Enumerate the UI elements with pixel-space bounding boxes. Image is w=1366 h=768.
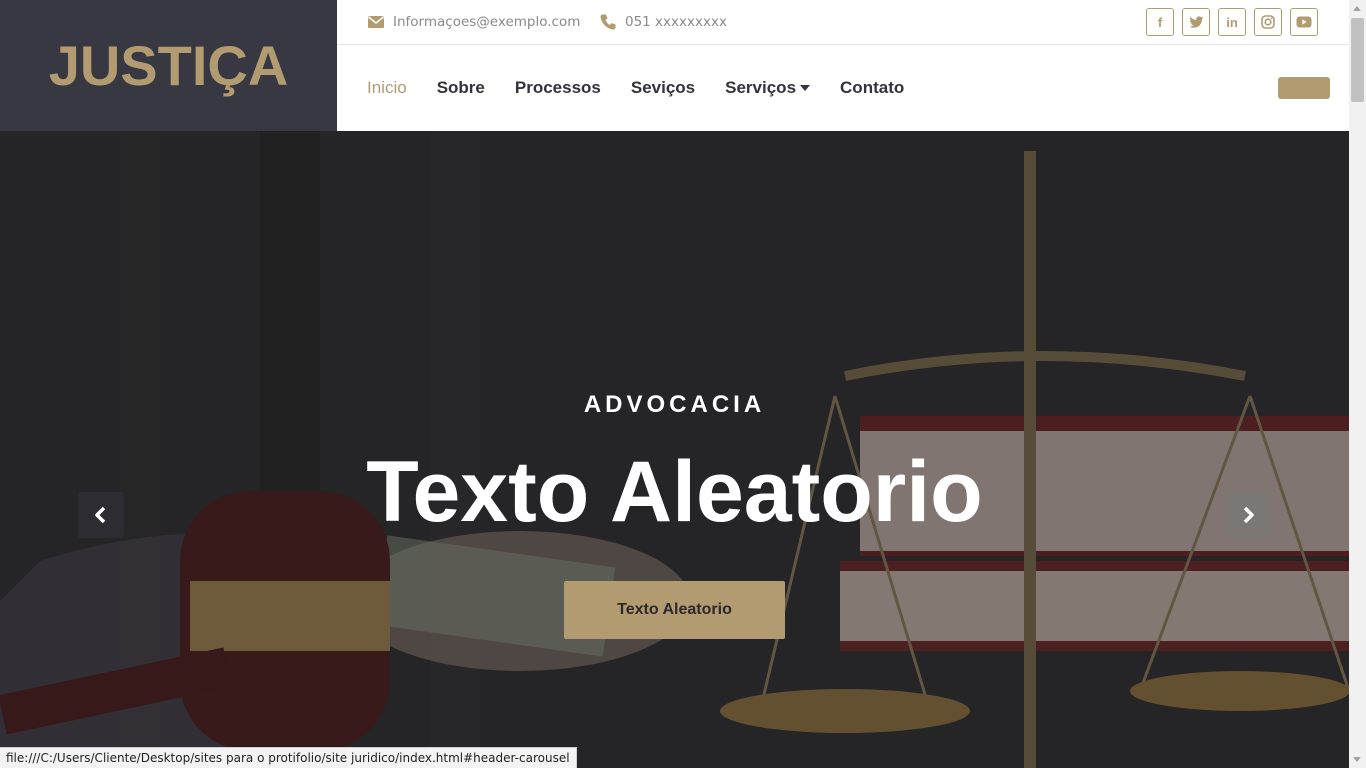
email-contact[interactable]: Informaçoes@exemplo.com [367,0,580,44]
nav-item-sevicos[interactable]: Seviços [631,78,695,98]
hero-cta-button[interactable]: Texto Aleatorio [564,581,785,639]
nav-item-servicos-dropdown[interactable]: Serviços [725,78,811,98]
hero-carousel: ADVOCACIA Texto Aleatorio Texto Aleatori… [0,131,1349,768]
phone-text: 051 xxxxxxxxx [625,14,727,30]
social-links: f in [1146,8,1318,36]
hero-kicker: ADVOCACIA [583,391,766,418]
carousel-prev-button[interactable] [78,492,124,538]
nav-menu: Inicio Sobre Processos Seviços Serviços … [367,45,934,131]
instagram-icon[interactable] [1254,8,1282,36]
linkedin-icon[interactable]: in [1218,8,1246,36]
nav-item-processos[interactable]: Processos [515,78,601,98]
email-text: Informaçoes@exemplo.com [393,14,581,30]
scrollbar-thumb[interactable] [1351,18,1364,102]
main-navbar: Inicio Sobre Processos Seviços Serviços … [337,45,1349,131]
scroll-down-arrow-icon[interactable] [1353,757,1361,762]
hero-title: Texto Aleatorio [366,444,983,540]
brand-logo-text[interactable]: JUSTIÇA [49,33,289,98]
scroll-up-arrow-icon[interactable] [1353,6,1361,11]
envelope-icon [367,13,385,31]
youtube-icon[interactable] [1290,8,1318,36]
phone-icon [599,13,617,31]
page-scrollbar[interactable] [1349,0,1366,768]
brand-logo-block[interactable]: JUSTIÇA [0,0,337,131]
caret-down-icon [800,85,811,91]
top-contact-bar: Informaçoes@exemplo.com 051 xxxxxxxxx f … [337,0,1349,45]
chevron-right-icon [1243,506,1254,524]
twitter-icon[interactable] [1182,8,1210,36]
phone-contact[interactable]: 051 xxxxxxxxx [599,0,727,44]
nav-item-sobre[interactable]: Sobre [437,78,485,98]
nav-cta-button[interactable] [1278,77,1330,99]
nav-item-contato[interactable]: Contato [840,78,904,98]
carousel-next-button[interactable] [1225,492,1271,538]
chevron-left-icon [95,506,106,524]
nav-item-servicos-label: Serviços [725,78,797,97]
nav-item-inicio[interactable]: Inicio [367,78,407,98]
facebook-icon[interactable]: f [1146,8,1174,36]
browser-status-bar-url: file:///C:/Users/Cliente/Desktop/sites p… [0,747,577,768]
